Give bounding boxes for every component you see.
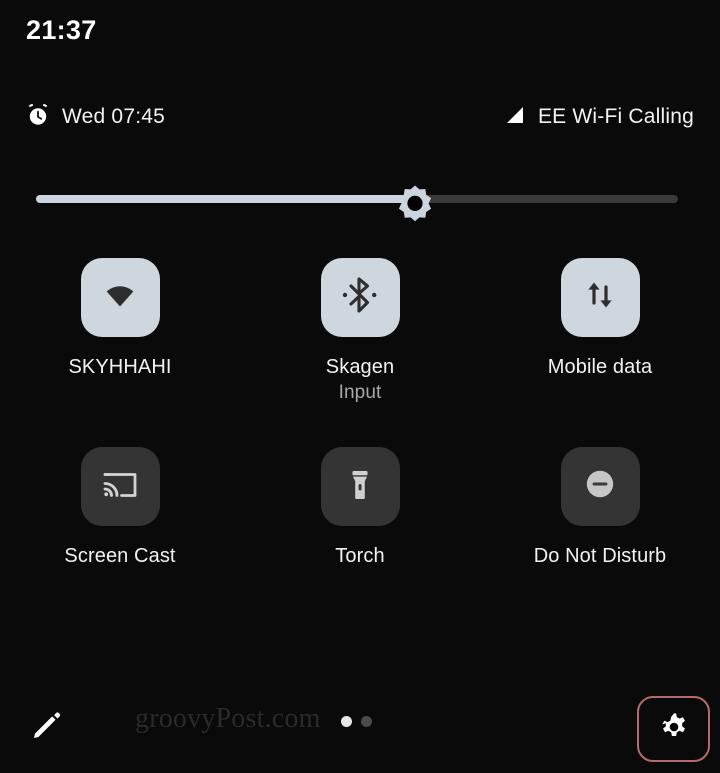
carrier-label: EE Wi-Fi Calling <box>537 105 694 128</box>
brightness-fill <box>36 195 415 203</box>
tile-bluetooth-label: Skagen <box>325 356 395 378</box>
tile-screen-cast-icon-box[interactable] <box>80 447 160 527</box>
alarm-status[interactable]: Wed 07:45 <box>26 103 165 132</box>
page-indicator[interactable] <box>341 716 372 727</box>
wifi-icon <box>98 273 142 322</box>
mobile-data-arrows-icon <box>578 273 622 322</box>
flashlight-icon <box>340 464 380 509</box>
tile-row: Screen Cast Torch Do Not Disturb <box>0 447 720 570</box>
tile-torch-icon-box[interactable] <box>320 447 400 527</box>
tile-screen-cast-label: Screen Cast <box>64 545 176 568</box>
bluetooth-icon <box>338 273 382 322</box>
tile-torch-label: Torch <box>335 545 385 568</box>
pencil-edit-icon <box>28 708 64 749</box>
gear-icon <box>657 710 691 749</box>
signal-triangle-icon <box>504 104 526 131</box>
tile-dnd-label: Do Not Disturb <box>533 545 667 568</box>
tile-bluetooth-icon-box[interactable] <box>320 258 400 337</box>
tile-row: SKYHHAHI Skagen Input Mobile data <box>0 258 720 405</box>
tile-wifi-label: SKYHHAHI <box>68 356 172 378</box>
settings-button[interactable] <box>637 696 710 762</box>
status-bar-row: Wed 07:45 EE Wi-Fi Calling <box>0 98 720 136</box>
tile-mobile-data-label: Mobile data <box>547 356 653 378</box>
screen-cast-icon <box>99 463 141 510</box>
quick-settings-panel: 21:37 Wed 07:45 EE Wi-Fi Calling SKYHHAH… <box>0 0 720 773</box>
tile-do-not-disturb[interactable]: Do Not Disturb <box>480 447 720 570</box>
status-bar-clock: 21:37 <box>26 15 97 45</box>
tile-wifi[interactable]: SKYHHAHI <box>0 258 240 405</box>
page-dot-1[interactable] <box>341 716 352 727</box>
watermark: groovyPost.com <box>135 703 321 734</box>
alarm-clock-icon <box>26 103 50 132</box>
tile-mobile-data[interactable]: Mobile data <box>480 258 720 405</box>
carrier-status: EE Wi-Fi Calling <box>504 104 694 131</box>
brightness-sun-icon[interactable] <box>395 183 435 223</box>
tile-bluetooth[interactable]: Skagen Input <box>240 258 480 405</box>
do-not-disturb-icon <box>580 464 620 509</box>
panel-footer: groovyPost.com <box>0 690 720 773</box>
tile-dnd-icon-box[interactable] <box>560 447 640 527</box>
tile-bluetooth-sublabel: Input <box>338 381 382 403</box>
edit-tiles-button[interactable] <box>22 704 70 752</box>
alarm-time-label: Wed 07:45 <box>62 105 165 128</box>
tile-torch[interactable]: Torch <box>240 447 480 570</box>
page-dot-2[interactable] <box>361 716 372 727</box>
tile-screen-cast[interactable]: Screen Cast <box>0 447 240 570</box>
tile-grid: SKYHHAHI Skagen Input Mobile data Screen… <box>0 258 720 570</box>
tile-wifi-icon-box[interactable] <box>80 258 160 337</box>
brightness-slider[interactable] <box>36 185 678 222</box>
tile-mobile-data-icon-box[interactable] <box>560 258 640 337</box>
